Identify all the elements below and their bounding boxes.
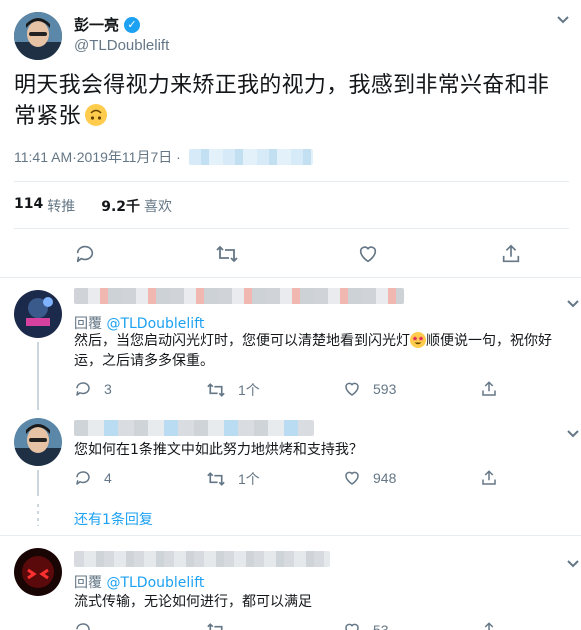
- reply-text: 流式传输，无论如何进行，都可以满足: [74, 594, 312, 610]
- replying-to: 回覆 @TLDoublelift: [74, 572, 204, 592]
- author-avatar-image: [14, 12, 62, 60]
- reply-button[interactable]: 3: [74, 380, 112, 398]
- reply-icon[interactable]: [74, 243, 96, 265]
- upside-down-face-icon: [84, 104, 107, 126]
- retweet-count: 1个: [238, 382, 260, 398]
- share-button[interactable]: [480, 621, 510, 630]
- star-struck-emoji-icon: [410, 332, 426, 348]
- like-icon: [345, 471, 359, 485]
- reply-menu-chevron-icon[interactable]: [566, 554, 580, 573]
- tweet-stats: 114 转推 9.2千 喜欢: [14, 196, 172, 216]
- reply-icon: [76, 471, 90, 485]
- like-count[interactable]: 9.2千: [101, 196, 140, 216]
- like-icon: [345, 382, 359, 396]
- tweet-menu-chevron-icon[interactable]: [556, 10, 570, 29]
- reply-count: 3: [104, 381, 112, 397]
- reply-avatar[interactable]: [14, 548, 62, 596]
- like-count: 53: [373, 622, 389, 630]
- share-button[interactable]: [480, 469, 510, 487]
- like-icon[interactable]: [357, 243, 379, 265]
- share-icon: [482, 381, 496, 396]
- like-button[interactable]: 593: [343, 380, 396, 398]
- retweet-icon[interactable]: [215, 243, 239, 265]
- thread-connector-line: [37, 342, 39, 410]
- divider: [0, 277, 581, 278]
- retweet-icon: [207, 623, 223, 630]
- share-button[interactable]: [480, 380, 510, 398]
- retweet-icon: [207, 383, 225, 397]
- show-more-replies-link[interactable]: 还有1条回复: [74, 509, 153, 529]
- redacted-username: [74, 420, 314, 436]
- divider: [14, 228, 569, 229]
- retweet-button[interactable]: 1个: [206, 469, 260, 489]
- like-count: 948: [373, 470, 397, 486]
- redacted-username: [74, 288, 404, 304]
- like-icon: [345, 623, 359, 630]
- reply-avatar-image: [14, 418, 62, 466]
- like-button[interactable]: 53: [343, 621, 389, 630]
- reply-text-part-1: 然后，当您启动闪光灯时，您便可以清楚地看到闪光灯: [74, 333, 410, 349]
- author-avatar[interactable]: [14, 12, 62, 60]
- thread-dotted-line: [37, 504, 39, 526]
- like-button[interactable]: 948: [343, 469, 396, 487]
- redacted-source: [188, 149, 313, 165]
- reply-text: 您如何在1条推文中如此努力地烘烤和支持我？: [74, 442, 363, 458]
- retweet-count[interactable]: 114: [14, 196, 43, 216]
- like-count: 593: [373, 381, 397, 397]
- reply-menu-chevron-icon[interactable]: [566, 294, 580, 313]
- replying-to-label: 回覆: [74, 575, 102, 591]
- retweet-button[interactable]: 1个: [206, 380, 260, 400]
- redacted-username: [74, 551, 330, 567]
- reply-avatar[interactable]: [14, 418, 62, 466]
- reply-icon: [76, 382, 90, 396]
- reply-avatar-image: [14, 290, 62, 338]
- tweet-timestamp[interactable]: 11:41 AM·2019年11月7日 ·: [14, 147, 181, 167]
- retweet-count: 1个: [238, 471, 260, 487]
- share-icon[interactable]: [500, 243, 522, 265]
- retweet-icon: [207, 472, 225, 486]
- share-icon: [482, 470, 496, 485]
- tweet-text: 明天我会得视力来矫正我的视力，我感到非常兴奋和非常紧张: [14, 70, 569, 132]
- reply-count: 4: [104, 470, 112, 486]
- thread-connector-line: [37, 470, 39, 496]
- author-display-name[interactable]: 彭一亮: [74, 14, 119, 35]
- replying-to-label: 回覆: [74, 316, 102, 332]
- divider: [14, 181, 569, 182]
- reply-avatar-image: [14, 548, 62, 596]
- reply-button[interactable]: 4: [74, 469, 112, 487]
- reply-text: 然后，当您启动闪光灯时，您便可以清楚地看到闪光灯 顺便说一句，祝你好运，之后请多多…: [74, 331, 574, 371]
- reply-icon: [76, 623, 90, 630]
- verified-badge-icon: ✓: [124, 16, 141, 33]
- reply-avatar[interactable]: [14, 290, 62, 338]
- reply-button[interactable]: [74, 621, 104, 630]
- replying-to: 回覆 @TLDoublelift: [74, 313, 204, 333]
- author-handle[interactable]: @TLDoublelift: [74, 37, 169, 54]
- like-label[interactable]: 喜欢: [144, 196, 172, 216]
- divider: [0, 535, 581, 536]
- replying-to-handle-link[interactable]: @TLDoublelift: [106, 316, 204, 332]
- retweet-label[interactable]: 转推: [47, 196, 75, 216]
- retweet-button[interactable]: [206, 621, 238, 630]
- replying-to-handle-link[interactable]: @TLDoublelift: [106, 575, 204, 591]
- share-icon: [484, 622, 494, 630]
